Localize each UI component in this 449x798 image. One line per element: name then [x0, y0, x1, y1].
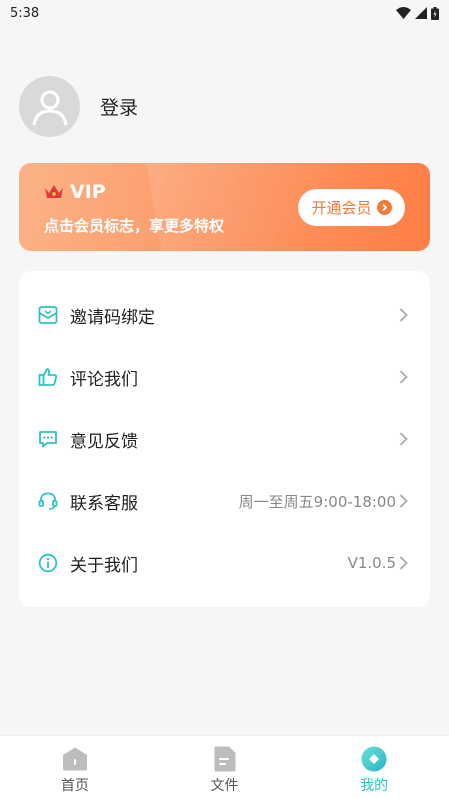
vip-card[interactable]: VIP 点击会员标志，享更多特权 开通会员: [19, 163, 430, 251]
feedback-icon: [38, 429, 58, 449]
chevron-right-icon: [399, 308, 408, 322]
avatar[interactable]: [19, 76, 80, 137]
user-silhouette-icon: [32, 90, 67, 125]
profile-tab-icon: [361, 746, 387, 772]
service-hours: 周一至周五9:00-18:00: [238, 492, 396, 511]
thumbs-up-icon: [38, 367, 58, 387]
menu-item-customer-service[interactable]: 联系客服 周一至周五9:00-18:00: [19, 470, 430, 532]
menu-item-invite-code[interactable]: 邀请码绑定: [19, 284, 430, 346]
vip-title: VIP: [44, 181, 106, 203]
bottom-navigation: 首页 文件 我的: [0, 735, 449, 798]
wifi-icon: [396, 7, 411, 19]
open-membership-label: 开通会员: [311, 199, 372, 217]
invite-code-icon: [38, 305, 58, 325]
info-icon: [38, 553, 58, 573]
file-icon: [212, 746, 238, 772]
cell-signal-icon: [415, 7, 427, 19]
menu-item-feedback[interactable]: 意见反馈: [19, 408, 430, 470]
tab-label: 首页: [60, 778, 89, 794]
battery-icon: [431, 6, 439, 20]
tab-mine[interactable]: 我的: [299, 736, 449, 798]
chevron-right-icon: [399, 494, 408, 508]
profile-header[interactable]: 登录: [19, 76, 138, 137]
menu-card: 邀请码绑定 评论我们 意见反馈 联系客服 周一至周五9:00-18:00 关于我…: [19, 271, 430, 607]
home-icon: [62, 746, 88, 772]
app-version: V1.0.5: [347, 554, 396, 572]
open-membership-button[interactable]: 开通会员: [298, 189, 405, 226]
chevron-right-icon: [399, 556, 408, 570]
login-label[interactable]: 登录: [100, 93, 138, 120]
tab-label: 我的: [360, 778, 389, 794]
menu-item-label: 意见反馈: [70, 431, 138, 452]
tab-label: 文件: [210, 778, 239, 794]
crown-icon: [45, 185, 63, 198]
vip-subtitle: 点击会员标志，享更多特权: [44, 217, 225, 235]
tab-files[interactable]: 文件: [150, 736, 300, 798]
tab-home[interactable]: 首页: [0, 736, 150, 798]
headset-icon: [38, 491, 58, 511]
menu-item-label: 联系客服: [70, 493, 138, 514]
menu-item-about-us[interactable]: 关于我们 V1.0.5: [19, 532, 430, 594]
status-bar: 5:38: [0, 0, 449, 26]
chevron-right-icon: [399, 432, 408, 446]
chevron-right-icon: [399, 370, 408, 384]
status-time: 5:38: [10, 5, 40, 21]
arrow-circle-icon: [376, 200, 392, 215]
menu-item-label: 关于我们: [70, 555, 138, 576]
menu-item-rate-us[interactable]: 评论我们: [19, 346, 430, 408]
vip-title-text: VIP: [70, 181, 106, 203]
status-icons: [396, 6, 439, 20]
menu-item-label: 评论我们: [70, 369, 138, 390]
menu-item-label: 邀请码绑定: [70, 307, 155, 328]
